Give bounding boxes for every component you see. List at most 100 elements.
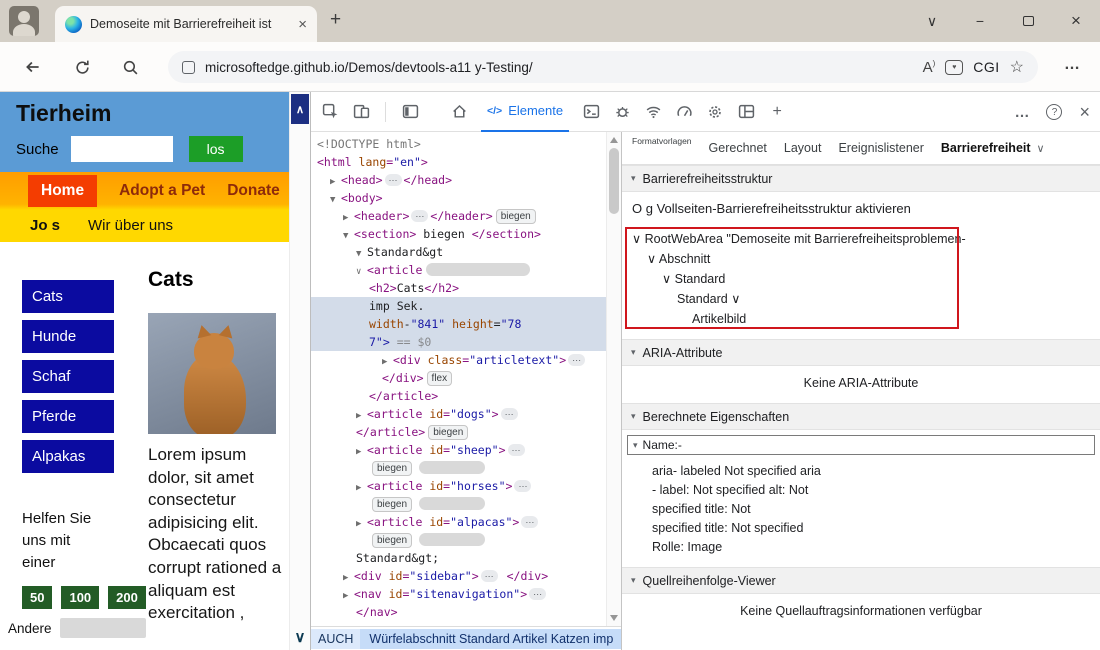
breadcrumb-item[interactable]: AUCH — [311, 629, 360, 649]
expand-ellipsis-icon[interactable]: ⋯ — [521, 516, 538, 528]
issues-bug-icon[interactable] — [613, 103, 631, 121]
category-button[interactable]: Schaf — [22, 360, 114, 393]
accessibility-tree-node[interactable]: Standard ∨ — [622, 289, 1100, 309]
devtools-scrollbar[interactable] — [606, 132, 621, 626]
dom-line[interactable]: </div>flex — [311, 369, 606, 387]
minimize-button[interactable]: − — [956, 0, 1004, 42]
scroll-up-button[interactable]: ∧ — [291, 94, 309, 124]
section-source-order[interactable]: ▾ Quellreihenfolge-Viewer — [622, 567, 1100, 594]
dom-line[interactable]: ▶<div class="articletext">⋯ — [311, 351, 606, 369]
maximize-button[interactable] — [1004, 0, 1052, 42]
expand-ellipsis-icon[interactable]: ⋯ — [529, 588, 546, 600]
site-info-icon[interactable] — [182, 61, 195, 74]
scrollbar-up-icon[interactable] — [610, 137, 618, 143]
computed-name-row[interactable]: ▾ Name:- — [627, 435, 1095, 455]
home-icon[interactable] — [450, 103, 468, 121]
dom-line[interactable]: </article>biegen — [311, 423, 606, 441]
dom-line[interactable]: width-"841" height="78 — [311, 315, 606, 333]
close-button[interactable]: × — [1052, 0, 1100, 42]
network-conditions-icon[interactable] — [644, 103, 662, 121]
devtools-close-icon[interactable]: × — [1079, 102, 1090, 123]
section-accessibility-tree[interactable]: ▾ Barrierefreiheitsstruktur — [622, 165, 1100, 192]
dock-panel-icon[interactable] — [401, 103, 419, 121]
accessibility-tree-node[interactable]: Artikelbild — [622, 309, 1100, 329]
layout-icon[interactable] — [737, 103, 755, 121]
url-box[interactable]: microsoftedge.github.io/Demos/devtools-a… — [168, 51, 1038, 83]
dom-line[interactable]: biegen — [311, 495, 606, 513]
expand-ellipsis-icon[interactable]: ⋯ — [411, 210, 428, 222]
donation-amount-button[interactable]: 50 — [22, 586, 52, 609]
search-icon[interactable] — [120, 57, 140, 77]
dom-line[interactable]: ▶<header>⋯</header>biegen — [311, 207, 606, 225]
expand-ellipsis-icon[interactable]: ⋯ — [508, 444, 525, 456]
back-icon[interactable] — [23, 57, 43, 77]
category-button[interactable]: Hunde — [22, 320, 114, 353]
page-scrollbar[interactable]: ∧ ∨ — [289, 92, 310, 650]
site-search-button[interactable]: los — [189, 136, 243, 162]
profile-name-button[interactable]: CGI — [973, 59, 999, 75]
category-button[interactable]: Cats — [22, 280, 114, 313]
expand-ellipsis-icon[interactable]: ⋯ — [385, 174, 402, 186]
console-icon[interactable] — [582, 103, 600, 121]
browser-essentials-icon[interactable]: ♥ — [945, 60, 963, 75]
sidebar-tab[interactable]: Gerechnet — [709, 141, 767, 155]
sidebar-tab[interactable]: Barrierefreiheit — [941, 141, 1031, 155]
dom-line[interactable]: ▶<article id="dogs">⋯ — [311, 405, 606, 423]
nav-item[interactable]: Jo s — [30, 217, 60, 234]
devtools-help-icon[interactable]: ? — [1046, 104, 1062, 120]
dom-line[interactable]: ∨<article — [311, 261, 606, 279]
sidebar-tab[interactable]: Ereignislistener — [838, 141, 923, 155]
dom-line[interactable]: ▼<section> biegen </section> — [311, 225, 606, 243]
dom-line[interactable]: ▶<head>⋯</head> — [311, 171, 606, 189]
nav-item[interactable]: Adopt a Pet — [119, 182, 205, 200]
donation-amount-button[interactable]: 100 — [61, 586, 99, 609]
donation-amount-button[interactable]: 200 — [108, 586, 146, 609]
chevron-down-icon[interactable]: ∨ — [1037, 142, 1045, 155]
dom-line[interactable]: imp Sek. — [311, 297, 606, 315]
nav-item[interactable]: Home — [28, 175, 97, 207]
settings-gear-icon[interactable] — [706, 103, 724, 121]
dom-line[interactable]: ▶<article id="alpacas">⋯ — [311, 513, 606, 531]
category-button[interactable]: Pferde — [22, 400, 114, 433]
dom-line[interactable]: biegen — [311, 459, 606, 477]
browser-tab[interactable]: Demoseite mit Barrierefreiheit ist × — [55, 6, 317, 42]
new-tab-button[interactable]: + — [330, 9, 341, 31]
scrollbar-down-icon[interactable] — [610, 615, 618, 621]
settings-more-icon[interactable]: … — [1064, 56, 1080, 74]
expand-ellipsis-icon[interactable]: ⋯ — [481, 570, 498, 582]
favorites-star-icon[interactable]: ☆ — [1010, 57, 1024, 77]
sidebar-tab[interactable]: Layout — [784, 141, 822, 155]
tab-elements[interactable]: </> Elemente — [481, 92, 569, 132]
url-text[interactable]: microsoftedge.github.io/Demos/devtools-a… — [205, 60, 913, 75]
add-tool-icon[interactable]: + — [768, 103, 786, 121]
dom-line[interactable]: ▶<div id="sidebar">⋯ </div> — [311, 567, 606, 585]
dom-line[interactable]: ▶<article id="horses">⋯ — [311, 477, 606, 495]
category-button[interactable]: Alpakas — [22, 440, 114, 473]
tab-search-chevron-icon[interactable]: ∨ — [908, 0, 956, 42]
dom-line[interactable]: ▶<nav id="sitenavigation">⋯ — [311, 585, 606, 603]
section-aria-attributes[interactable]: ▾ ARIA-Attribute — [622, 339, 1100, 366]
nav-item[interactable]: Wir über uns — [88, 217, 173, 234]
sidebar-tab[interactable]: Formatvorlagen — [632, 136, 692, 146]
dom-line[interactable]: <!DOCTYPE html> — [311, 135, 606, 153]
scroll-down-icon[interactable]: ∨ — [290, 628, 310, 646]
dom-line[interactable]: <html lang="en"> — [311, 153, 606, 171]
dom-line[interactable]: 7"> == $0 — [311, 333, 606, 351]
dom-line[interactable]: Standard&gt; — [311, 549, 606, 567]
site-search-input[interactable] — [71, 136, 173, 162]
nav-item[interactable]: Donate — [227, 182, 280, 200]
expand-ellipsis-icon[interactable]: ⋯ — [501, 408, 518, 420]
dom-line[interactable]: ▶<article id="sheep">⋯ — [311, 441, 606, 459]
fullpage-a11y-toggle[interactable]: O g Vollseiten-Barrierefreiheitsstruktur… — [622, 192, 1100, 224]
expand-ellipsis-icon[interactable]: ⋯ — [568, 354, 585, 366]
breadcrumb-item[interactable]: Würfelabschnitt Standard Artikel Katzen … — [360, 629, 621, 649]
expand-ellipsis-icon[interactable]: ⋯ — [514, 480, 531, 492]
other-amount-input[interactable] — [60, 618, 146, 638]
refresh-icon[interactable] — [72, 57, 92, 77]
dom-line[interactable]: <h2>Cats</h2> — [311, 279, 606, 297]
dom-line[interactable]: </article> — [311, 387, 606, 405]
accessibility-tree-node[interactable]: ∨ Abschnitt — [622, 249, 1100, 269]
accessibility-tree-node[interactable]: ∨ RootWebArea "Demoseite mit Barrierefre… — [622, 229, 1100, 249]
accessibility-tree-node[interactable]: ∨ Standard — [622, 269, 1100, 289]
dom-line[interactable]: </nav> — [311, 603, 606, 621]
